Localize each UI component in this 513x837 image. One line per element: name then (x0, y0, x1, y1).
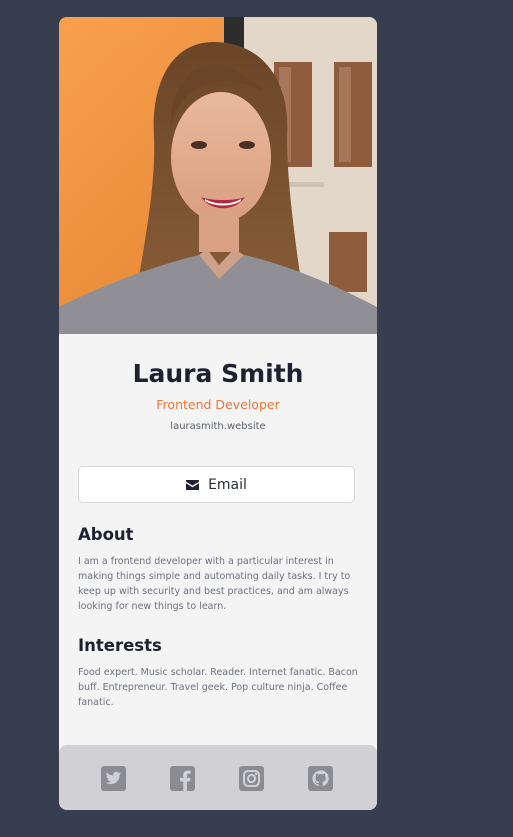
profile-name: Laura Smith (132, 359, 304, 388)
interests-heading: Interests (78, 636, 162, 655)
email-button-label: Email (208, 476, 247, 493)
email-button[interactable]: Email (78, 466, 355, 503)
interests-text: Food expert. Music scholar. Reader. Inte… (78, 667, 358, 708)
website-link[interactable]: laurasmith.website (59, 421, 377, 432)
job-title: Frontend Developer (156, 397, 280, 412)
about-heading: About (78, 525, 134, 544)
about-text: I am a frontend developer with a particu… (78, 556, 351, 612)
twitter-icon[interactable] (101, 766, 126, 791)
profile-photo (59, 17, 377, 334)
github-icon[interactable] (308, 766, 333, 791)
profile-card: Laura Smith Frontend Developer laurasmit… (59, 17, 377, 810)
social-footer (59, 745, 377, 810)
envelope-icon (186, 479, 200, 490)
instagram-icon[interactable] (239, 766, 264, 791)
facebook-icon[interactable] (170, 766, 195, 791)
